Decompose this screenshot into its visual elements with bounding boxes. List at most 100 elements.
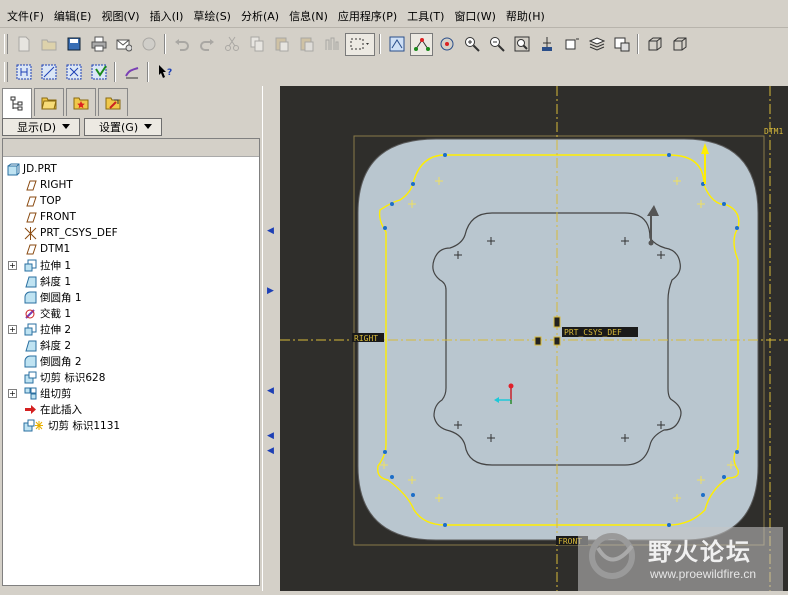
context-help-icon[interactable]: ? — [153, 61, 176, 84]
open-folder-icon[interactable] — [37, 33, 60, 56]
sketch-view-icon[interactable] — [385, 33, 408, 56]
refit-icon[interactable] — [510, 33, 533, 56]
menu-analysis[interactable]: 分析(A) — [236, 7, 284, 27]
redo-icon[interactable] — [195, 33, 218, 56]
toolbar-grip[interactable] — [4, 34, 8, 54]
folder-icon — [41, 97, 57, 109]
tree-item-label: 拉伸 1 — [40, 259, 72, 272]
round-icon — [23, 354, 37, 368]
datum-axis-display-icon[interactable] — [37, 61, 60, 84]
zoom-in-icon[interactable] — [460, 33, 483, 56]
graphics-viewport[interactable]: RIGHT PRT_CSYS_DEF FRONT DTM1 野火论坛 www.p… — [280, 86, 788, 591]
csys-display-icon[interactable] — [87, 61, 110, 84]
annotation-display-icon[interactable] — [120, 61, 143, 84]
hidden-line-icon[interactable] — [668, 33, 691, 56]
toolbar-grip[interactable] — [4, 62, 8, 82]
arrow-origin-point — [648, 240, 654, 246]
zoom-out-icon[interactable] — [485, 33, 508, 56]
tree-item[interactable]: 交截 1 — [3, 305, 259, 321]
save-icon[interactable] — [62, 33, 85, 56]
tree-expand-icon[interactable]: + — [8, 260, 17, 270]
model-graphics[interactable]: RIGHT PRT_CSYS_DEF FRONT DTM1 — [280, 86, 788, 591]
datum-point-display-icon[interactable] — [62, 61, 85, 84]
tree-item[interactable]: TOP — [3, 193, 259, 209]
menu-insert[interactable]: 插入(I) — [145, 7, 189, 27]
navigator-tabs — [2, 88, 130, 118]
tree-item-label: PRT_CSYS_DEF — [40, 227, 118, 239]
paste-special-icon[interactable] — [295, 33, 318, 56]
tree-item[interactable]: RIGHT — [3, 177, 259, 193]
tree-item-label: RIGHT — [40, 179, 73, 191]
tree-expand-icon[interactable]: + — [8, 324, 17, 334]
datum-label-right[interactable]: RIGHT — [354, 334, 378, 343]
selection-box-icon[interactable] — [345, 32, 375, 56]
settings-dropdown-button[interactable]: 设置(G) — [84, 118, 162, 136]
tree-item-label: FRONT — [40, 211, 76, 223]
menu-tools[interactable]: 工具(T) — [402, 7, 449, 27]
new-file-icon[interactable] — [12, 33, 35, 56]
csys-marker-center — [553, 336, 561, 346]
menu-help[interactable]: 帮助(H) — [501, 7, 550, 27]
menu-bar: 文件(F) 编辑(E) 视图(V) 插入(I) 草绘(S) 分析(A) 信息(N… — [0, 6, 788, 28]
datum-label-csys[interactable]: PRT_CSYS_DEF — [564, 328, 622, 337]
view-manager-icon[interactable] — [610, 33, 633, 56]
tab-model-tree[interactable] — [2, 88, 32, 118]
tree-item[interactable]: 倒圆角 2 — [3, 353, 259, 369]
tree-item[interactable]: 斜度 2 — [3, 337, 259, 353]
tab-folder-browser[interactable] — [34, 88, 64, 116]
copy-icon[interactable] — [245, 33, 268, 56]
tree-item[interactable]: JD.PRT — [3, 161, 259, 177]
menu-sketch[interactable]: 草绘(S) — [188, 7, 236, 27]
menu-edit[interactable]: 编辑(E) — [49, 7, 97, 27]
tree-item-label: 在此插入 — [40, 403, 82, 416]
panel-splitter[interactable]: ◀ ▶ ◀ ◀ ◀ — [262, 86, 280, 591]
tree-item[interactable]: 切剪 标识1131 — [3, 417, 259, 433]
toolbar-separator — [114, 62, 116, 82]
reorient-icon[interactable] — [535, 33, 558, 56]
menu-file[interactable]: 文件(F) — [2, 7, 49, 27]
datum-label-dtm1[interactable]: DTM1 — [764, 127, 783, 136]
menu-info[interactable]: 信息(N) — [284, 7, 333, 27]
tree-item[interactable]: DTM1 — [3, 241, 259, 257]
layers-icon[interactable] — [585, 33, 608, 56]
regenerate-icon[interactable] — [320, 33, 343, 56]
email-link-icon[interactable] — [137, 33, 160, 56]
menu-applications[interactable]: 应用程序(P) — [333, 7, 402, 27]
expand-right-icon[interactable]: ▶ — [267, 286, 274, 296]
paste-icon[interactable] — [270, 33, 293, 56]
tree-item[interactable]: FRONT — [3, 209, 259, 225]
tree-item[interactable]: 斜度 1 — [3, 273, 259, 289]
datum-plane-display-icon[interactable] — [12, 61, 35, 84]
pro-e-window: { "menu": ["文件(F)","编辑(E)","视图(V)","插入(I… — [0, 0, 788, 595]
extrude-icon — [23, 258, 37, 272]
tree-item[interactable]: + 拉伸 1 — [3, 257, 259, 273]
tree-item[interactable]: 切剪 标识628 — [3, 369, 259, 385]
wireframe-icon[interactable] — [643, 33, 666, 56]
tab-favorites[interactable] — [66, 88, 96, 116]
collapse-left-icon[interactable]: ◀ — [267, 446, 274, 456]
tree-item[interactable]: + 拉伸 2 — [3, 321, 259, 337]
print-icon[interactable] — [87, 33, 110, 56]
menu-view[interactable]: 视图(V) — [96, 7, 144, 27]
spin-center-icon[interactable] — [435, 33, 458, 56]
tree-item[interactable]: PRT_CSYS_DEF — [3, 225, 259, 241]
csys-marker-top — [553, 316, 561, 328]
email-icon[interactable] — [112, 33, 135, 56]
tree-expand-icon[interactable]: + — [8, 388, 17, 398]
show-dropdown-button[interactable]: 显示(D) — [2, 118, 80, 136]
chevron-down-icon — [144, 124, 153, 129]
model-tree-icon — [10, 96, 23, 110]
collapse-left-icon[interactable]: ◀ — [267, 226, 274, 236]
tab-connections[interactable] — [98, 88, 128, 116]
collapse-left-icon[interactable]: ◀ — [267, 386, 274, 396]
part-icon — [6, 162, 20, 176]
tree-item[interactable]: 倒圆角 1 — [3, 289, 259, 305]
undo-icon[interactable] — [170, 33, 193, 56]
saved-views-icon[interactable] — [560, 33, 583, 56]
tree-item[interactable]: + 组切剪 — [3, 385, 259, 401]
menu-window[interactable]: 窗口(W) — [449, 7, 500, 27]
cut-scissors-icon[interactable] — [220, 33, 243, 56]
tree-item[interactable]: 在此插入 — [3, 401, 259, 417]
collapse-left-icon[interactable]: ◀ — [267, 431, 274, 441]
datum-axis-toggle-icon[interactable] — [410, 32, 433, 56]
